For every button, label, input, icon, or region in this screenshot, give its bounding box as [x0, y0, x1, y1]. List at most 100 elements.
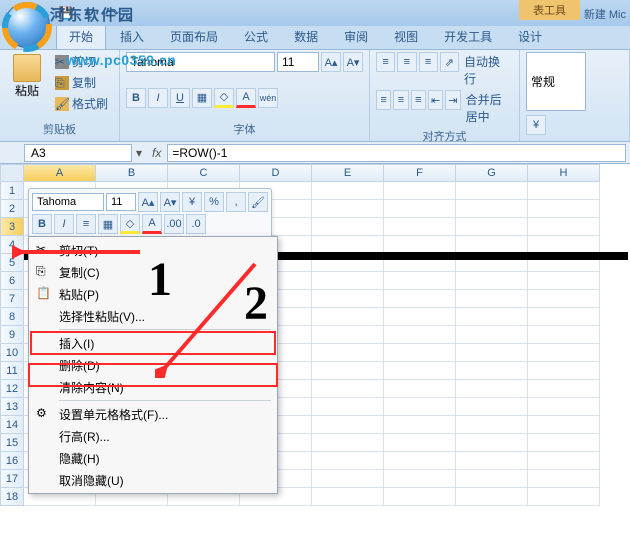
cell[interactable]	[528, 326, 600, 344]
cell[interactable]	[456, 416, 528, 434]
mini-size-combo[interactable]: 11	[106, 193, 136, 211]
column-header-B[interactable]: B	[96, 164, 168, 182]
mini-font-color[interactable]: A	[142, 214, 162, 234]
cell[interactable]	[312, 182, 384, 200]
indent-inc-button[interactable]: ⇥	[445, 90, 460, 110]
copy-button[interactable]: ⎘复制	[52, 73, 111, 92]
column-header-E[interactable]: E	[312, 164, 384, 182]
formula-input[interactable]: =ROW()-1	[167, 144, 626, 162]
paste-button[interactable]: 粘贴	[6, 52, 48, 113]
cell[interactable]	[528, 344, 600, 362]
cell[interactable]	[528, 470, 600, 488]
context-menu-item[interactable]: ⚙设置单元格格式(F)...	[31, 403, 275, 425]
cell[interactable]	[384, 200, 456, 218]
cell[interactable]	[528, 362, 600, 380]
italic-button[interactable]: I	[148, 88, 168, 108]
mini-format-painter[interactable]: 🖌	[248, 192, 268, 212]
mini-italic[interactable]: I	[54, 214, 74, 234]
cell[interactable]	[528, 218, 600, 236]
mini-comma[interactable]: ,	[226, 192, 246, 212]
cell[interactable]	[384, 488, 456, 506]
row-header[interactable]: 12	[0, 380, 24, 398]
cell[interactable]	[528, 488, 600, 506]
name-box[interactable]: A3	[24, 144, 132, 162]
cell[interactable]	[528, 452, 600, 470]
mini-bold[interactable]: B	[32, 214, 52, 234]
row-header[interactable]: 3	[0, 218, 24, 236]
cell[interactable]	[528, 398, 600, 416]
cell[interactable]	[384, 452, 456, 470]
cell[interactable]	[384, 470, 456, 488]
cell[interactable]	[528, 182, 600, 200]
cell[interactable]	[456, 380, 528, 398]
cell[interactable]	[528, 434, 600, 452]
mini-dec-increase[interactable]: .00	[164, 214, 184, 234]
cell[interactable]	[456, 470, 528, 488]
cell[interactable]	[312, 308, 384, 326]
fx-icon[interactable]: fx	[152, 146, 161, 160]
mini-fill[interactable]: ◇	[120, 214, 140, 234]
cell[interactable]	[528, 308, 600, 326]
tab-page-layout[interactable]: 页面布局	[158, 24, 230, 49]
cell[interactable]	[528, 380, 600, 398]
cell[interactable]	[384, 326, 456, 344]
cell[interactable]	[384, 380, 456, 398]
dropdown-icon[interactable]: ▾	[132, 146, 146, 160]
cell[interactable]	[312, 272, 384, 290]
cell[interactable]	[312, 452, 384, 470]
cell[interactable]	[528, 416, 600, 434]
cell[interactable]	[528, 200, 600, 218]
cell[interactable]	[312, 488, 384, 506]
row-header[interactable]: 18	[0, 488, 24, 506]
row-header[interactable]: 2	[0, 200, 24, 218]
cell[interactable]	[384, 362, 456, 380]
context-menu-item[interactable]: 行高(R)...	[31, 425, 275, 447]
indent-dec-button[interactable]: ⇤	[428, 90, 443, 110]
tab-review[interactable]: 审阅	[332, 24, 380, 49]
grow-font-button[interactable]: A▴	[321, 52, 341, 72]
align-top-button[interactable]: ≡	[376, 52, 395, 72]
cell[interactable]	[312, 434, 384, 452]
cell[interactable]	[312, 416, 384, 434]
mini-font-combo[interactable]: Tahoma	[32, 193, 104, 211]
merge-button[interactable]: 合并后居中	[463, 90, 513, 126]
cell[interactable]	[456, 272, 528, 290]
cell[interactable]	[456, 434, 528, 452]
cell[interactable]	[384, 218, 456, 236]
column-header-A[interactable]: A	[24, 164, 96, 182]
context-menu-item[interactable]: 清除内容(N)	[31, 376, 275, 398]
column-header-C[interactable]: C	[168, 164, 240, 182]
tab-formulas[interactable]: 公式	[232, 24, 280, 49]
row-header[interactable]: 14	[0, 416, 24, 434]
currency-button[interactable]: ¥	[526, 115, 546, 135]
tab-data[interactable]: 数据	[282, 24, 330, 49]
cell[interactable]	[384, 182, 456, 200]
row-header[interactable]: 9	[0, 326, 24, 344]
mini-shrink-font[interactable]: A▾	[160, 192, 180, 212]
shrink-font-button[interactable]: A▾	[343, 52, 363, 72]
context-menu-item[interactable]: 取消隐藏(U)	[31, 469, 275, 491]
mini-grow-font[interactable]: A▴	[138, 192, 158, 212]
cell[interactable]	[312, 200, 384, 218]
cell[interactable]	[456, 326, 528, 344]
row-header[interactable]: 6	[0, 272, 24, 290]
align-middle-button[interactable]: ≡	[397, 52, 416, 72]
cell[interactable]	[384, 416, 456, 434]
cell[interactable]	[456, 308, 528, 326]
cell[interactable]	[384, 398, 456, 416]
cell[interactable]	[312, 326, 384, 344]
column-header-H[interactable]: H	[528, 164, 600, 182]
column-header-G[interactable]: G	[456, 164, 528, 182]
row-header[interactable]: 13	[0, 398, 24, 416]
cell[interactable]	[456, 344, 528, 362]
format-painter-button[interactable]: 🖌格式刷	[52, 94, 111, 113]
align-right-button[interactable]: ≡	[411, 90, 426, 110]
cell[interactable]	[528, 290, 600, 308]
context-menu-item[interactable]: 隐藏(H)	[31, 447, 275, 469]
wrap-text-button[interactable]: 自动换行	[461, 52, 513, 88]
font-color-button[interactable]: A	[236, 88, 256, 108]
cell[interactable]	[384, 272, 456, 290]
cell[interactable]	[312, 398, 384, 416]
align-left-button[interactable]: ≡	[376, 90, 391, 110]
phonetic-button[interactable]: wén	[258, 88, 278, 108]
